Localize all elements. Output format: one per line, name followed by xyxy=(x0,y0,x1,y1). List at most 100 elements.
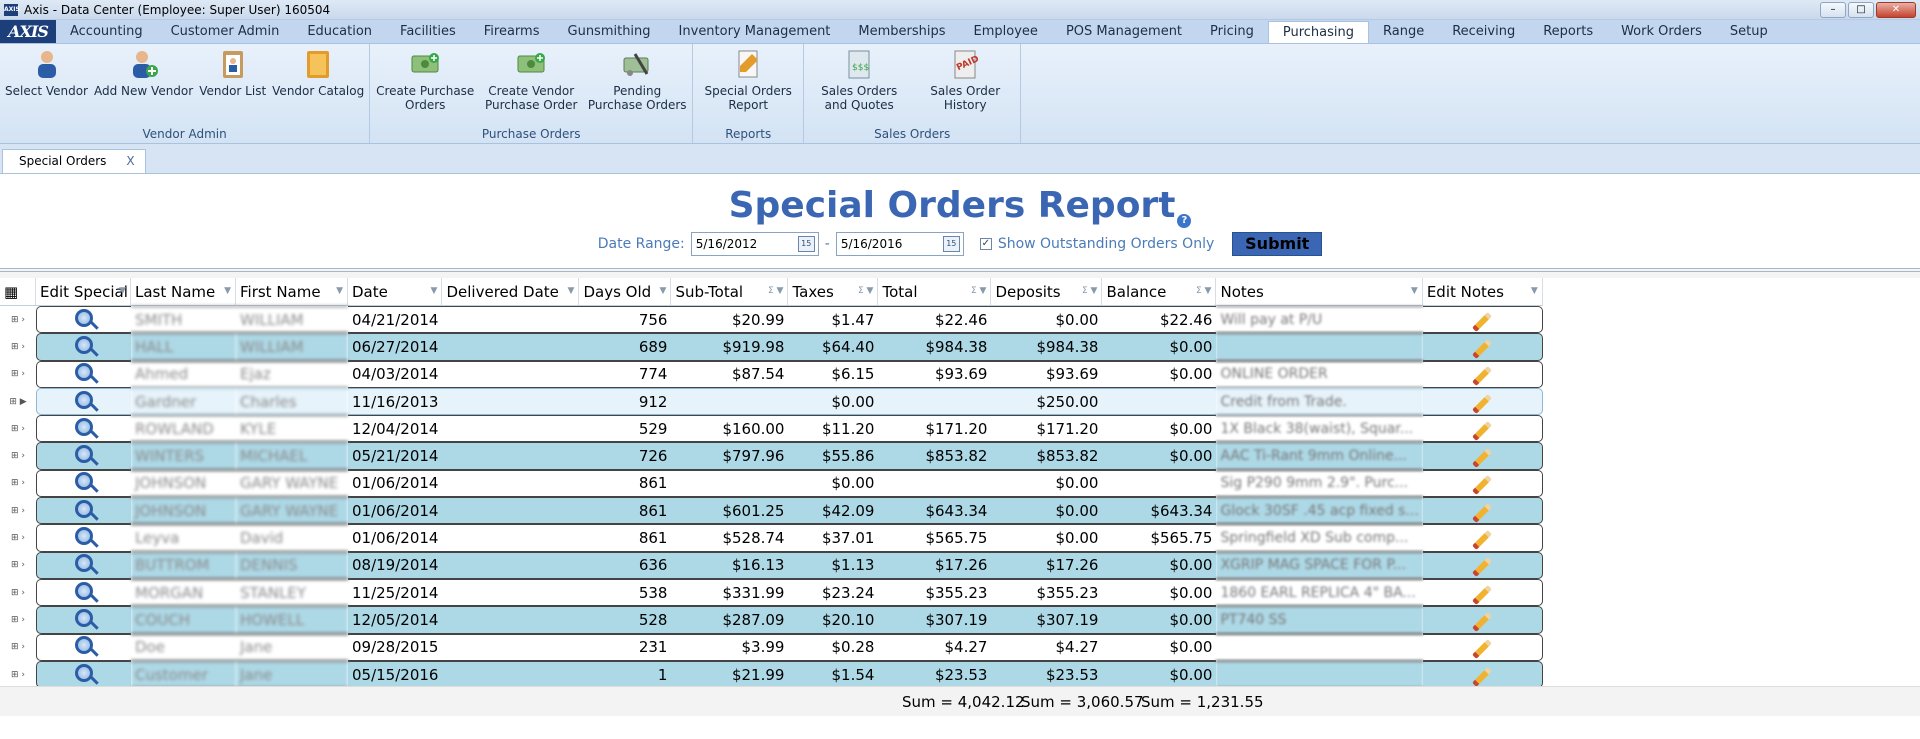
table-row[interactable]: ⊞ › Doe Jane 09/28/2015 231 $3.99 $0.28 $4.27 $4… xyxy=(0,633,1543,661)
expand-row-icon[interactable]: ⊞ › xyxy=(0,497,36,524)
table-row[interactable]: ⊞ ▶ Gardner Charles 11/16/2013 912 $0.00 $250.… xyxy=(0,387,1543,416)
sales-order-history-button[interactable]: PAID Sales Order History xyxy=(912,44,1018,127)
filter-icon[interactable]: Σ ▼ xyxy=(768,286,783,296)
magnifier-icon[interactable] xyxy=(75,390,93,409)
magnifier-icon[interactable] xyxy=(75,363,93,382)
edit-special-order-cell[interactable] xyxy=(36,497,131,525)
pencil-icon[interactable] xyxy=(1472,666,1493,687)
edit-special-order-cell[interactable] xyxy=(36,524,131,552)
magnifier-icon[interactable] xyxy=(75,608,93,627)
sales-orders-and-quotes-button[interactable]: $$$ Sales Orders and Quotes xyxy=(806,44,912,127)
expand-row-icon[interactable]: ⊞ › xyxy=(0,579,36,606)
magnifier-icon[interactable] xyxy=(75,472,93,491)
column-chooser-icon[interactable]: ▦ xyxy=(0,278,36,306)
filter-icon[interactable]: ▼ xyxy=(224,286,231,296)
create-vendor-purchase-order-button[interactable]: Create Vendor Purchase Order xyxy=(478,44,584,127)
pencil-icon[interactable] xyxy=(1472,584,1493,605)
column-header-delivered-date[interactable]: Delivered Date ▼ xyxy=(442,278,580,306)
filter-icon[interactable]: ▼ xyxy=(568,286,575,296)
edit-notes-cell[interactable] xyxy=(1422,660,1543,689)
edit-special-order-cell[interactable] xyxy=(36,360,131,388)
filter-icon[interactable]: ▼ xyxy=(660,286,667,296)
table-row[interactable]: ⊞ › SMITH WILLIAM 04/21/2014 756 $20.99 $1.47 $… xyxy=(0,306,1543,334)
table-row[interactable]: ⊞ › Customer Jane 05/15/2016 1 $21.99 $1.54 $23… xyxy=(0,660,1543,689)
filter-icon[interactable]: Σ ▼ xyxy=(858,286,873,296)
pencil-icon[interactable] xyxy=(1472,475,1493,496)
filter-icon[interactable]: Σ ▼ xyxy=(1082,286,1097,296)
expand-row-icon[interactable]: ⊞ › xyxy=(0,361,36,388)
edit-notes-cell[interactable] xyxy=(1422,469,1543,498)
column-header-date[interactable]: Date ▼ xyxy=(348,278,443,306)
edit-notes-cell[interactable] xyxy=(1422,633,1543,661)
edit-notes-cell[interactable] xyxy=(1422,497,1543,525)
column-header-balance[interactable]: Balance Σ ▼ xyxy=(1102,278,1217,306)
magnifier-icon[interactable] xyxy=(75,499,93,518)
edit-notes-cell[interactable] xyxy=(1422,333,1543,361)
magnifier-icon[interactable] xyxy=(75,417,93,436)
edit-notes-cell[interactable] xyxy=(1422,606,1543,634)
table-row[interactable]: ⊞ › Ahmed Ejaz 04/03/2014 774 $87.54 $6.15 $93.… xyxy=(0,360,1543,388)
magnifier-icon[interactable] xyxy=(75,308,93,327)
column-header-total[interactable]: Total Σ ▼ xyxy=(878,278,992,306)
expand-row-icon[interactable]: ⊞ › xyxy=(0,606,36,633)
edit-special-order-cell[interactable] xyxy=(36,306,131,334)
add-new-vendor-button[interactable]: Add New Vendor xyxy=(91,44,196,127)
edit-special-order-cell[interactable] xyxy=(36,660,131,689)
filter-icon[interactable]: ▼ xyxy=(1531,286,1538,296)
edit-special-order-cell[interactable] xyxy=(36,606,131,634)
edit-notes-cell[interactable] xyxy=(1422,306,1543,334)
calendar-icon[interactable]: 15 xyxy=(797,236,815,252)
special-orders-report-button[interactable]: Special Orders Report xyxy=(695,44,801,127)
filter-icon[interactable]: ▼ xyxy=(119,286,126,296)
expand-row-icon[interactable]: ⊞ › xyxy=(0,634,36,661)
menu-item-memberships[interactable]: Memberships xyxy=(844,20,959,43)
edit-special-order-cell[interactable] xyxy=(36,442,131,470)
pencil-icon[interactable] xyxy=(1472,502,1493,523)
table-row[interactable]: ⊞ › HALL WILLIAM 06/27/2014 689 $919.98 $64.40… xyxy=(0,333,1543,361)
pencil-icon[interactable] xyxy=(1472,311,1493,332)
pencil-icon[interactable] xyxy=(1472,530,1493,550)
edit-special-order-cell[interactable] xyxy=(36,551,131,579)
magnifier-icon[interactable] xyxy=(75,663,93,682)
table-row[interactable]: ⊞ › ROWLAND KYLE 12/04/2014 529 $160.00 $11.20… xyxy=(0,415,1543,443)
table-row[interactable]: ⊞ › Leyva David 01/06/2014 861 $528.74 $37.01 $… xyxy=(0,524,1543,552)
column-header-last-name[interactable]: Last Name ▼ xyxy=(131,278,236,306)
edit-notes-cell[interactable] xyxy=(1422,387,1543,416)
expand-row-icon[interactable]: ⊞ › xyxy=(0,552,36,579)
menu-item-work-orders[interactable]: Work Orders xyxy=(1607,20,1716,43)
edit-special-order-cell[interactable] xyxy=(36,633,131,661)
menu-item-accounting[interactable]: Accounting xyxy=(56,20,157,43)
table-row[interactable]: ⊞ › COUCH HOWELL 12/05/2014 528 $287.09 $20.10… xyxy=(0,606,1543,634)
filter-icon[interactable]: ▼ xyxy=(431,286,438,296)
expand-row-icon[interactable]: ⊞ ▶ xyxy=(0,388,36,415)
menu-item-reports[interactable]: Reports xyxy=(1529,20,1607,43)
date-from-field[interactable]: 5/16/2012 15 xyxy=(690,232,819,256)
column-header-sub-total[interactable]: Sub-Total Σ ▼ xyxy=(671,278,789,306)
filter-icon[interactable]: Σ ▼ xyxy=(971,286,986,296)
help-icon[interactable]: ? xyxy=(1177,214,1192,228)
menu-item-employee[interactable]: Employee xyxy=(960,20,1052,43)
edit-special-order-cell[interactable] xyxy=(36,387,131,416)
menu-item-customer-admin[interactable]: Customer Admin xyxy=(157,20,294,43)
column-header-days-old[interactable]: Days Old ▼ xyxy=(579,278,672,306)
pencil-icon[interactable] xyxy=(1472,557,1493,578)
column-header-notes[interactable]: Notes ▼ xyxy=(1216,278,1423,306)
magnifier-icon[interactable] xyxy=(75,527,93,546)
expand-row-icon[interactable]: ⊞ › xyxy=(0,415,36,442)
tab-close-icon[interactable]: X xyxy=(126,150,134,173)
table-row[interactable]: ⊞ › WINTERS MICHAEL 05/21/2014 726 $797.96 $55… xyxy=(0,442,1543,470)
date-to-field[interactable]: 5/16/2016 15 xyxy=(835,232,964,256)
expand-row-icon[interactable]: ⊞ › xyxy=(0,661,36,688)
column-header-first-name[interactable]: First Name ▼ xyxy=(236,278,348,306)
edit-notes-cell[interactable] xyxy=(1422,442,1543,470)
menu-item-pricing[interactable]: Pricing xyxy=(1196,20,1268,43)
menu-item-firearms[interactable]: Firearms xyxy=(470,20,554,43)
expand-row-icon[interactable]: ⊞ › xyxy=(0,333,36,360)
select-vendor-button[interactable]: Select Vendor xyxy=(2,44,91,127)
edit-notes-cell[interactable] xyxy=(1422,551,1543,579)
tab-special-orders[interactable]: Special Orders X xyxy=(2,149,146,173)
edit-special-order-cell[interactable] xyxy=(36,415,131,443)
pencil-icon[interactable] xyxy=(1472,420,1493,441)
menu-item-range[interactable]: Range xyxy=(1369,20,1438,43)
table-row[interactable]: ⊞ › JOHNSON GARY WAYNE 01/06/2014 861 $0.00 $0… xyxy=(0,469,1543,498)
